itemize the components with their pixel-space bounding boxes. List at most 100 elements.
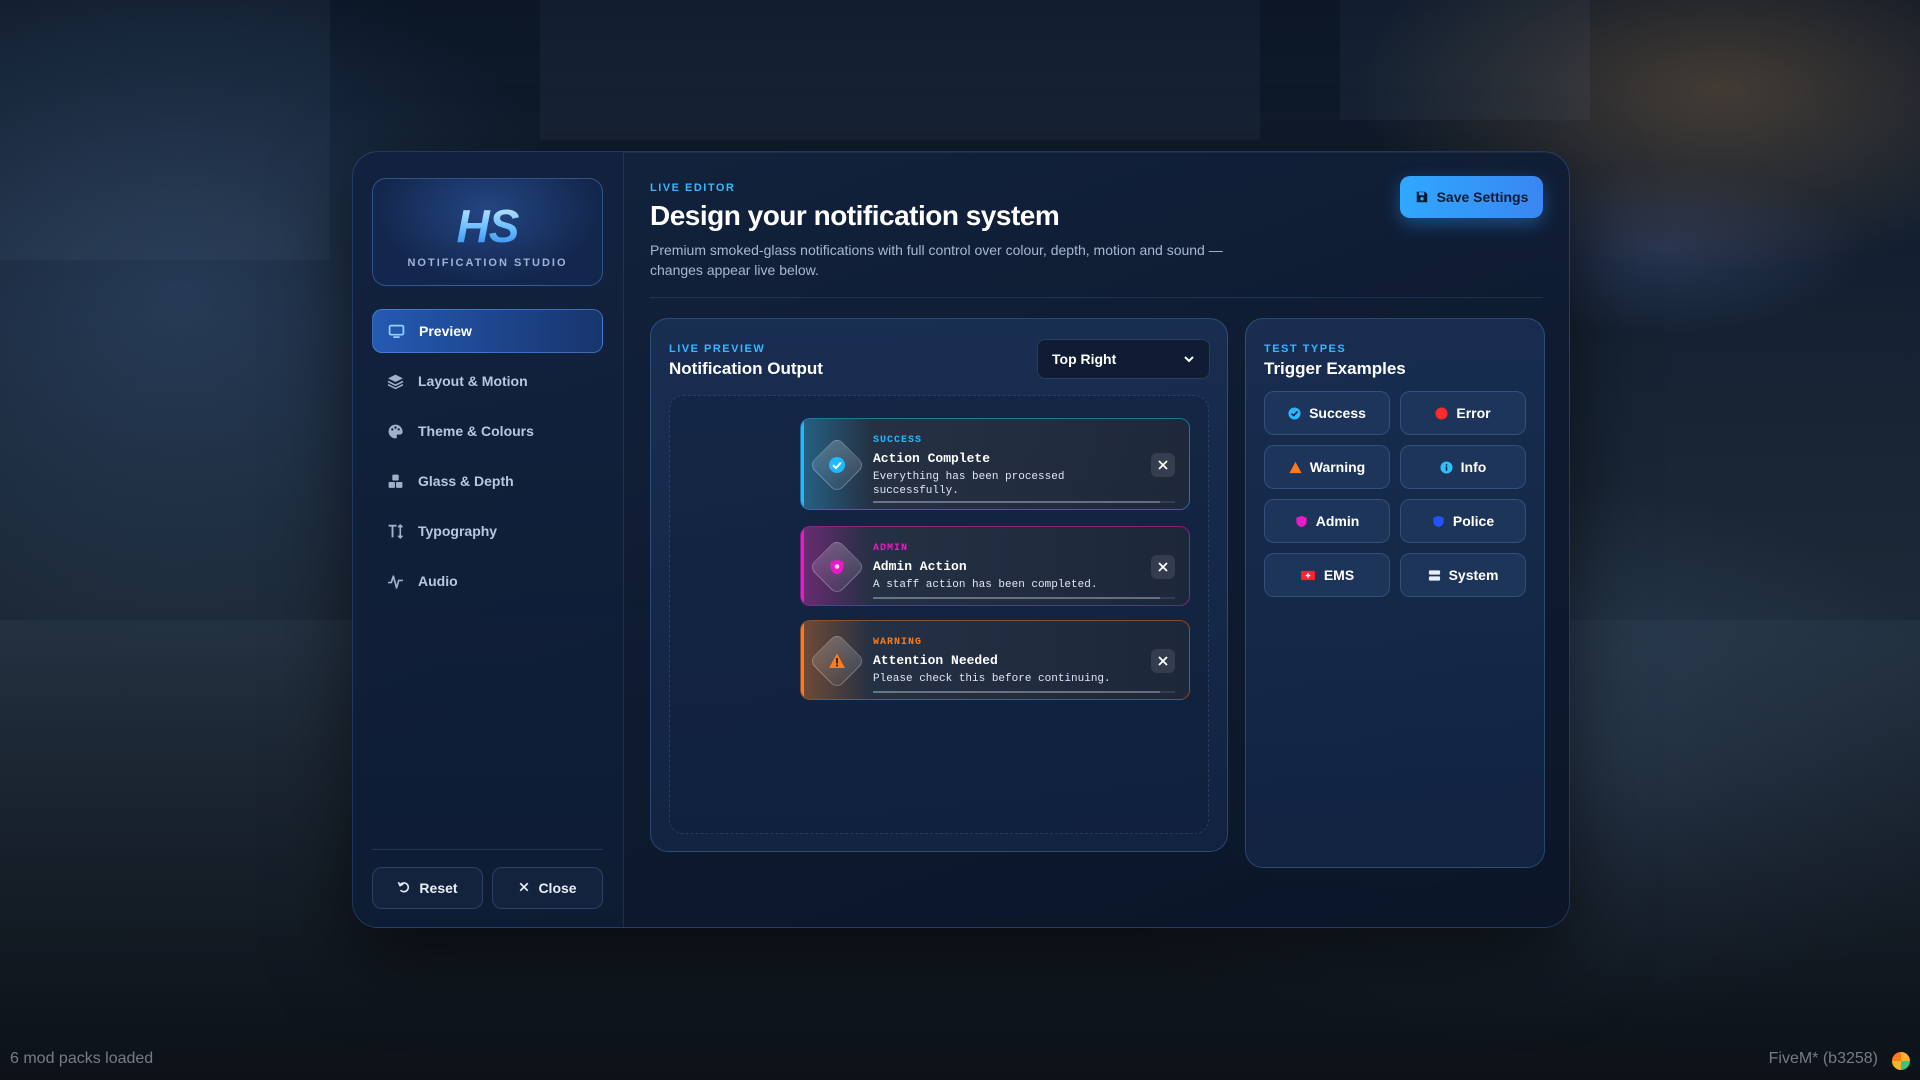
background-building <box>0 0 330 260</box>
page-description: Premium smoked-glass notifications with … <box>650 242 1223 278</box>
position-select[interactable]: Top Right <box>1037 339 1210 379</box>
police-badge-icon <box>1432 515 1445 528</box>
notification-type: WARNING <box>873 637 923 648</box>
trigger-error-button[interactable]: Error <box>1400 391 1526 435</box>
sidebar-item-preview[interactable]: Preview <box>372 309 603 353</box>
undo-icon <box>397 880 411 897</box>
client-logo-icon <box>1892 1052 1910 1070</box>
check-circle-icon <box>827 455 847 475</box>
trigger-admin-button[interactable]: Admin <box>1264 499 1390 543</box>
sidebar-item-layout-motion[interactable]: Layout & Motion <box>372 359 603 403</box>
notification-studio-panel: HS NOTIFICATION STUDIO Preview Layout & … <box>352 151 1570 928</box>
warning-triangle-icon <box>827 651 847 671</box>
preview-eyebrow: LIVE PREVIEW <box>669 343 766 355</box>
check-circle-icon <box>1288 406 1301 420</box>
notification-type: SUCCESS <box>873 435 923 446</box>
trigger-label: Warning <box>1309 459 1366 475</box>
info-circle-icon <box>1440 460 1453 474</box>
main-content: LIVE EDITOR Design your notification sys… <box>650 152 1545 927</box>
preview-title: Notification Output <box>669 359 823 378</box>
sidebar-item-label: Typography <box>418 523 498 539</box>
header-divider <box>650 297 1543 298</box>
notification-type: ADMIN <box>873 543 909 554</box>
trigger-label: Admin <box>1315 513 1360 529</box>
sidebar-item-label: Audio <box>418 573 458 589</box>
warning-triangle-icon <box>1289 461 1302 474</box>
notification-progress-fill <box>873 691 1160 693</box>
position-select-value: Top Right <box>1052 351 1117 367</box>
error-circle-icon <box>1435 406 1448 420</box>
shield-icon <box>827 557 847 577</box>
notification-message: Please check this before continuing. <box>873 673 1111 685</box>
trigger-label: System <box>1448 567 1499 583</box>
floppy-disk-icon <box>1416 191 1427 203</box>
background-building <box>1340 0 1590 120</box>
sidebar-item-label: Theme & Colours <box>418 423 534 439</box>
logo-card: HS NOTIFICATION STUDIO <box>372 178 603 286</box>
mod-packs-status: 6 mod packs loaded <box>10 1050 154 1067</box>
shield-icon <box>1295 515 1308 528</box>
save-settings-label: Save Settings <box>1436 189 1529 205</box>
trigger-label: EMS <box>1323 567 1355 583</box>
tests-eyebrow: TEST TYPES <box>1264 343 1347 355</box>
notification-accent-bar <box>801 621 804 699</box>
notification-message: A staff action has been completed. <box>873 579 1098 591</box>
client-version: FiveM* (b3258) <box>1768 1050 1878 1067</box>
sidebar: HS NOTIFICATION STUDIO Preview Layout & … <box>353 152 624 927</box>
save-settings-button[interactable]: Save Settings <box>1400 176 1543 218</box>
notification-accent-bar <box>801 527 804 605</box>
notification-progress <box>873 501 1175 503</box>
trigger-warning-button[interactable]: Warning <box>1264 445 1390 489</box>
notification-progress <box>873 597 1175 599</box>
trigger-system-button[interactable]: System <box>1400 553 1526 597</box>
test-types-card: TEST TYPES Trigger Examples Success Erro… <box>1245 318 1545 868</box>
reset-button[interactable]: Reset <box>372 867 483 909</box>
live-preview-card: LIVE PREVIEW Notification Output Top Rig… <box>650 318 1228 852</box>
notification-close-button[interactable] <box>1151 555 1175 579</box>
notification-title: Admin Action <box>873 559 967 574</box>
sidebar-item-audio[interactable]: Audio <box>372 559 603 603</box>
monitor-icon <box>387 322 405 340</box>
sidebar-item-typography[interactable]: Typography <box>372 509 603 553</box>
tests-title: Trigger Examples <box>1264 359 1406 378</box>
close-icon <box>518 880 530 896</box>
palette-icon <box>386 422 404 440</box>
sidebar-item-label: Preview <box>419 323 472 339</box>
trigger-ems-button[interactable]: EMS <box>1264 553 1390 597</box>
text-height-icon <box>386 522 404 540</box>
cubes-icon <box>386 472 404 490</box>
sidebar-item-glass-depth[interactable]: Glass & Depth <box>372 459 603 503</box>
close-icon <box>1158 562 1168 572</box>
background-building <box>540 0 1260 140</box>
notification-title: Attention Needed <box>873 653 998 668</box>
notification-progress <box>873 691 1175 693</box>
chevron-down-icon <box>1184 356 1194 363</box>
trigger-label: Success <box>1309 405 1366 421</box>
sidebar-item-label: Layout & Motion <box>418 373 528 389</box>
notification-message: Everything has been processed successful… <box>873 471 1065 497</box>
notification-success: SUCCESS Action Complete Everything has b… <box>800 418 1190 510</box>
sidebar-item-theme-colours[interactable]: Theme & Colours <box>372 409 603 453</box>
logo-mark: HS <box>373 199 602 253</box>
waveform-icon <box>386 572 404 590</box>
close-icon <box>1158 460 1168 470</box>
sidebar-item-label: Glass & Depth <box>418 473 514 489</box>
notification-title: Action Complete <box>873 451 991 466</box>
trigger-success-button[interactable]: Success <box>1264 391 1390 435</box>
notification-close-button[interactable] <box>1151 453 1175 477</box>
logo-subtitle: NOTIFICATION STUDIO <box>407 257 568 269</box>
notification-progress-fill <box>873 597 1160 599</box>
close-label: Close <box>538 880 577 896</box>
layers-icon <box>386 372 404 390</box>
close-button[interactable]: Close <box>492 867 603 909</box>
trigger-police-button[interactable]: Police <box>1400 499 1526 543</box>
ambulance-icon <box>1300 569 1316 582</box>
notification-close-button[interactable] <box>1151 649 1175 673</box>
notification-admin: ADMIN Admin Action A staff action has be… <box>800 526 1190 606</box>
sidebar-nav: Preview Layout & Motion Theme & Colours … <box>372 309 603 609</box>
trigger-info-button[interactable]: Info <box>1400 445 1526 489</box>
close-icon <box>1158 656 1168 666</box>
page-title: Design your notification system <box>650 200 1060 231</box>
server-icon <box>1428 569 1441 582</box>
trigger-label: Info <box>1460 459 1487 475</box>
